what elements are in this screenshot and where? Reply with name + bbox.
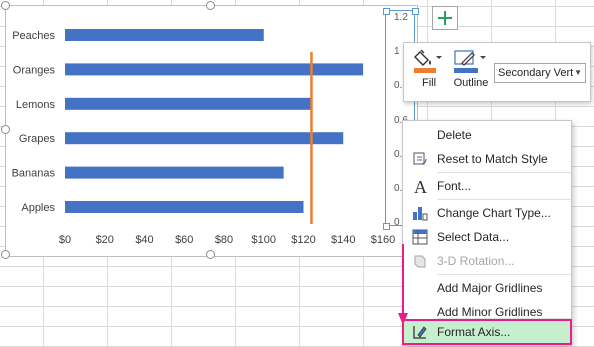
outline-pen-icon [454, 50, 486, 73]
x-tick-label: $100 [252, 234, 276, 246]
x-tick-label: $0 [59, 234, 71, 246]
menu-separator [437, 172, 571, 173]
fill-bucket-icon [414, 49, 442, 73]
category-label: Lemons [16, 99, 56, 111]
category-label: Bananas [12, 168, 56, 180]
category-label: Peaches [12, 30, 55, 42]
bar-peaches[interactable] [65, 29, 264, 41]
menu-item-reset-style[interactable]: Reset to Match Style [403, 147, 571, 171]
menu-separator [437, 199, 571, 200]
menu-item-label: Add Major Gridlines [437, 281, 543, 295]
x-axis-tick-labels: $0 $20 $40 $60 $80 $100 $120 $140 $160 [59, 234, 395, 246]
bar-apples[interactable] [65, 201, 304, 213]
plus-icon [438, 11, 452, 25]
chart-element-select-value: Secondary Vert [498, 67, 574, 79]
menu-item-label: 3-D Rotation... [437, 254, 515, 268]
menu-item-label: Font... [437, 179, 472, 193]
reset-style-icon [413, 152, 427, 165]
bar-grapes[interactable] [65, 132, 344, 145]
menu-item-change-chart-type[interactable]: Change Chart Type... [403, 201, 571, 225]
context-menu: Delete Reset to Match Style A Font... Ch… [402, 120, 572, 346]
menu-item-label: Change Chart Type... [437, 206, 551, 220]
secondary-axis-tick-label: 1 [394, 46, 400, 58]
bar-bananas[interactable] [65, 166, 284, 179]
fill-label: Fill [421, 77, 437, 89]
bar-lemons[interactable] [65, 97, 312, 110]
x-tick-label: $120 [291, 234, 315, 246]
menu-item-font[interactable]: A Font... [403, 174, 571, 198]
menu-item-label: Reset to Match Style [437, 152, 548, 166]
menu-item-add-major-gridlines[interactable]: Add Major Gridlines [403, 276, 571, 300]
chart-type-icon [413, 207, 428, 221]
menu-item-select-data[interactable]: Select Data... [403, 225, 571, 249]
bars-layer [65, 29, 364, 213]
menu-item-label: Format Axis... [437, 325, 511, 339]
secondary-axis-tick-label: 1.2 [394, 12, 408, 23]
x-tick-label: $20 [96, 234, 114, 246]
x-tick-label: $140 [331, 234, 355, 246]
category-labels: Peaches Oranges Lemons Grapes Bananas Apples [12, 30, 56, 214]
x-tick-label: $40 [135, 234, 153, 246]
menu-item-label: Add Minor Gridlines [437, 305, 543, 319]
menu-item-label: Select Data... [437, 230, 510, 244]
menu-item-format-axis[interactable]: Format Axis... [402, 319, 572, 345]
fill-button[interactable]: Fill [412, 47, 446, 89]
category-label: Apples [21, 202, 55, 214]
x-tick-label: $160 [371, 234, 395, 246]
mini-toolbar: Fill Outline Secondary Vert ▼ [403, 42, 591, 102]
axis-selection-handle[interactable] [383, 223, 390, 230]
outline-label: Outline [453, 77, 489, 89]
menu-separator [437, 274, 571, 275]
menu-item-label: Delete [437, 128, 472, 142]
menu-separator [437, 318, 571, 319]
axis-selection-handle[interactable] [412, 8, 419, 15]
menu-item-delete[interactable]: Delete [403, 123, 571, 147]
svg-text:A: A [414, 177, 427, 195]
category-label: Oranges [13, 64, 56, 76]
axis-selection-handle[interactable] [383, 8, 390, 15]
chart-elements-button[interactable] [432, 6, 458, 30]
chart-element-select[interactable]: Secondary Vert ▼ [494, 63, 586, 83]
select-data-icon [412, 229, 428, 245]
format-axis-icon [413, 326, 427, 339]
chevron-down-icon: ▼ [574, 68, 582, 77]
outline-button[interactable]: Outline [452, 47, 490, 89]
rotation-icon [414, 255, 426, 268]
secondary-axis-tick-label: 0 [394, 217, 400, 228]
x-tick-label: $80 [215, 234, 233, 246]
font-icon: A [414, 177, 427, 195]
bar-oranges[interactable] [65, 63, 364, 76]
category-label: Grapes [19, 133, 56, 145]
x-tick-label: $60 [175, 234, 193, 246]
menu-item-3d-rotation: 3-D Rotation... [403, 249, 571, 273]
